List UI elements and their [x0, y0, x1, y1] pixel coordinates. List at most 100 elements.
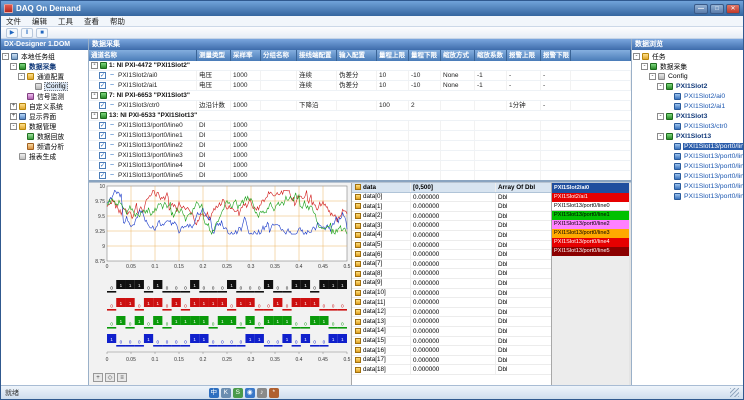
- column-header[interactable]: 输入配置: [337, 50, 377, 61]
- channel-row[interactable]: ✓~PXI1Slot13/port0/line5DI1000: [89, 171, 631, 181]
- menu-item-1[interactable]: 编辑: [32, 16, 47, 27]
- channel-row[interactable]: ✓~PXI1Slot2/ai1电压1000连续伪差分10-10None-1--: [89, 81, 631, 91]
- expand-toggle[interactable]: +: [10, 103, 17, 110]
- channel-row[interactable]: ✓~PXI1Slot2/ai0电压1000连续伪差分10-10None-1--: [89, 71, 631, 81]
- legend-entry[interactable]: PXI1Slot13/port0/line5: [552, 247, 629, 256]
- channel-row[interactable]: ✓~PXI1Slot13/port0/line0DI1000: [89, 121, 631, 131]
- pause-button[interactable]: ‖: [21, 28, 33, 38]
- expand-toggle[interactable]: -: [2, 53, 9, 60]
- column-header[interactable]: 量程下限: [409, 50, 441, 61]
- column-header[interactable]: 缩放系数: [475, 50, 507, 61]
- channel-row[interactable]: ✓~PXI1Slot13/port0/line4DI1000: [89, 161, 631, 171]
- tree-item[interactable]: Config: [1, 81, 88, 91]
- channel-checkbox[interactable]: ✓: [99, 162, 106, 169]
- cursor-tool-button[interactable]: +: [93, 373, 103, 382]
- tree-item[interactable]: -Config: [632, 71, 743, 81]
- minimize-button[interactable]: —: [694, 4, 708, 14]
- network-icon[interactable]: ◉: [245, 388, 255, 398]
- tree-item[interactable]: -数据采集: [632, 61, 743, 71]
- column-header[interactable]: 分组名称: [261, 50, 297, 61]
- tree-item[interactable]: -本地任务组: [1, 51, 88, 61]
- expand-toggle[interactable]: -: [657, 133, 664, 140]
- expand-toggle[interactable]: -: [649, 73, 656, 80]
- resize-grip[interactable]: [730, 388, 739, 397]
- channel-checkbox[interactable]: ✓: [99, 142, 106, 149]
- channel-checkbox[interactable]: ✓: [99, 102, 106, 109]
- legend-entry[interactable]: PXI1Slot13/port0/line0: [552, 202, 629, 211]
- tree-item[interactable]: PXI1Slot2/ai0: [632, 91, 743, 101]
- expand-toggle[interactable]: -: [633, 53, 640, 60]
- channel-row[interactable]: ✓~PXI1Slot13/port0/line3DI1000: [89, 151, 631, 161]
- device-group-row[interactable]: -7: NI PXI-6653 "PXI1Slot3": [89, 91, 631, 101]
- device-group-row[interactable]: -13: NI PXI-6533 "PXI1Slot13": [89, 111, 631, 121]
- menu-item-2[interactable]: 工具: [58, 16, 73, 27]
- tree-item[interactable]: 报表生成: [1, 151, 88, 161]
- legend-entry[interactable]: PXI1Slot13/port0/line2: [552, 220, 629, 229]
- tree-item[interactable]: 信号监测: [1, 91, 88, 101]
- tree-item[interactable]: PXI1Slot3/ctr0: [632, 121, 743, 131]
- tree-item[interactable]: PXI1Slot13/port0/line0: [632, 141, 743, 151]
- channel-row[interactable]: ✓~PXI1Slot13/port0/line2DI1000: [89, 141, 631, 151]
- tree-item[interactable]: -PXI1Slot2: [632, 81, 743, 91]
- tree-item[interactable]: -数据管理: [1, 121, 88, 131]
- tree-item[interactable]: -PXI1Slot3: [632, 111, 743, 121]
- menu-item-4[interactable]: 帮助: [110, 16, 125, 27]
- expand-toggle[interactable]: -: [657, 83, 664, 90]
- expand-toggle[interactable]: -: [91, 112, 98, 119]
- expand-toggle[interactable]: -: [10, 63, 17, 70]
- stop-button[interactable]: ■: [36, 28, 48, 38]
- column-header[interactable]: 采样率: [231, 50, 261, 61]
- expand-toggle[interactable]: +: [10, 113, 17, 120]
- device-group-row[interactable]: -1: NI PXI-4472 "PXI1Slot2": [89, 61, 631, 71]
- tree-item[interactable]: PXI1Slot13/port0/line2: [632, 161, 743, 171]
- column-header[interactable]: 报警下限: [541, 50, 571, 61]
- expand-toggle[interactable]: -: [641, 63, 648, 70]
- menu-item-3[interactable]: 查看: [84, 16, 99, 27]
- pan-tool-button[interactable]: ≡: [117, 373, 127, 382]
- tree-item[interactable]: -通道配置: [1, 71, 88, 81]
- legend-entry[interactable]: PXI1Slot2/ai1: [552, 193, 629, 202]
- zoom-tool-button[interactable]: ◇: [105, 373, 115, 382]
- expand-toggle[interactable]: -: [18, 73, 25, 80]
- channel-checkbox[interactable]: ✓: [99, 82, 106, 89]
- tree-item[interactable]: PXI1Slot13/port0/line4: [632, 181, 743, 191]
- legend-title[interactable]: PXI1Slot2/ai0: [552, 183, 629, 193]
- channel-checkbox[interactable]: ✓: [99, 132, 106, 139]
- tree-item[interactable]: PXI1Slot13/port0/line3: [632, 171, 743, 181]
- legend-entry[interactable]: PXI1Slot13/port0/line1: [552, 211, 629, 220]
- channel-checkbox[interactable]: ✓: [99, 122, 106, 129]
- expand-toggle[interactable]: -: [91, 92, 98, 99]
- tree-item[interactable]: +显示界面: [1, 111, 88, 121]
- volume-icon[interactable]: ♪: [257, 388, 267, 398]
- expand-toggle[interactable]: -: [10, 123, 17, 130]
- keyboard-icon[interactable]: K: [221, 388, 231, 398]
- legend-entry[interactable]: PXI1Slot13/port0/line3: [552, 229, 629, 238]
- tree-item[interactable]: 数据回放: [1, 131, 88, 141]
- tree-item[interactable]: PXI1Slot13/port0/line5: [632, 191, 743, 201]
- channel-checkbox[interactable]: ✓: [99, 72, 106, 79]
- tree-item[interactable]: -数据采集: [1, 61, 88, 71]
- column-header[interactable]: 测量类型: [197, 50, 231, 61]
- column-header[interactable]: 通道名称: [89, 50, 197, 61]
- settings-icon[interactable]: *: [269, 388, 279, 398]
- column-header[interactable]: 报警上限: [507, 50, 541, 61]
- channel-row[interactable]: ✓~PXI1Slot3/ctr0边沿计数1000下降沿10021分钟-: [89, 101, 631, 111]
- maximize-button[interactable]: □: [710, 4, 724, 14]
- column-header[interactable]: 缩放方式: [441, 50, 475, 61]
- run-button[interactable]: ▶: [6, 28, 18, 38]
- column-header[interactable]: 接线端配置: [297, 50, 337, 61]
- menu-item-0[interactable]: 文件: [6, 16, 21, 27]
- ime-mode-icon[interactable]: S: [233, 388, 243, 398]
- expand-toggle[interactable]: -: [91, 62, 98, 69]
- expand-toggle[interactable]: -: [657, 113, 664, 120]
- tree-item[interactable]: 频谱分析: [1, 141, 88, 151]
- language-icon[interactable]: 中: [209, 388, 219, 398]
- close-button[interactable]: ✕: [726, 4, 740, 14]
- tree-item[interactable]: -任务: [632, 51, 743, 61]
- channel-row[interactable]: ✓~PXI1Slot13/port0/line1DI1000: [89, 131, 631, 141]
- tree-item[interactable]: PXI1Slot2/ai1: [632, 101, 743, 111]
- channel-checkbox[interactable]: ✓: [99, 152, 106, 159]
- tree-item[interactable]: -PXI1Slot13: [632, 131, 743, 141]
- column-header[interactable]: 量程上限: [377, 50, 409, 61]
- tree-item[interactable]: +自定义系统: [1, 101, 88, 111]
